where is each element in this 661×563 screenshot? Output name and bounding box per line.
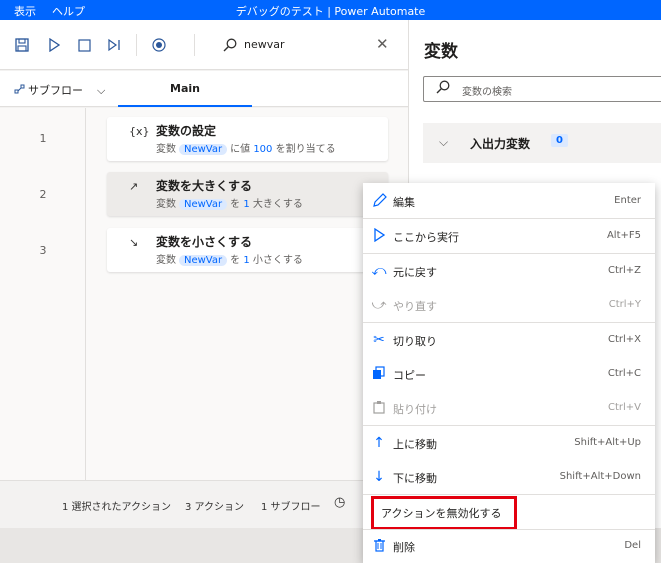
context-menu: 編集 Enter ここから実行 Alt+F5 ⤺ 元に戻す Ctrl+Z ⤻ や…	[363, 183, 655, 563]
action-title: 変数を大きくする	[156, 179, 253, 193]
subflow-label: サブフロー	[28, 84, 83, 97]
status-action-count: 3 アクション	[185, 502, 245, 513]
subflow-icon	[14, 84, 25, 94]
flow-canvas: 1 2 3 {x} 変数の設定 変数 NewVar に値 100 を割り当てる ↗ …	[0, 108, 408, 480]
io-variables-count-badge: 0	[551, 134, 568, 147]
action-search-input[interactable]: newvar	[244, 38, 285, 51]
close-icon[interactable]: ✕	[376, 35, 389, 53]
chevron-down-icon[interactable]: ⌵	[439, 135, 448, 150]
menu-item-undo[interactable]: ⤺ 元に戻す Ctrl+Z	[363, 254, 655, 288]
clock-icon: ◷	[334, 495, 346, 510]
line-number: 3	[39, 244, 47, 257]
status-selected-actions: 1 選択されたアクション	[62, 502, 172, 513]
line-number: 1	[39, 132, 47, 145]
subflow-tabbar: サブフロー ⌵ Main	[0, 71, 408, 107]
status-bar: 1 選択されたアクション 3 アクション 1 サブフロー ◷	[0, 480, 408, 528]
trend-up-icon: ↗	[129, 180, 139, 193]
io-variables-section[interactable]: ⌵ 入出力変数 0	[423, 123, 661, 163]
toolbar-separator	[194, 34, 195, 56]
status-subflow-count: 1 サブフロー	[261, 502, 321, 513]
action-description: 変数 NewVar を 1 大きくする	[156, 199, 303, 210]
step-run-icon[interactable]	[106, 37, 122, 53]
paste-icon	[371, 400, 387, 416]
redo-icon: ⤻	[371, 297, 387, 313]
window-title: デバッグのテスト | Power Automate	[235, 5, 426, 18]
highlight-box	[371, 496, 517, 530]
menu-item-copy[interactable]: コピー Ctrl+C	[363, 357, 655, 391]
toolbar: newvar ✕	[0, 20, 408, 70]
arrow-down-icon: ↓	[373, 469, 385, 485]
save-icon[interactable]	[14, 37, 30, 53]
menu-item-edit[interactable]: 編集 Enter	[363, 184, 655, 218]
variable-pill: NewVar	[179, 144, 228, 155]
search-icon	[436, 80, 450, 97]
action-card-set-variable[interactable]: {x} 変数の設定 変数 NewVar に値 100 を割り当てる	[107, 117, 388, 161]
action-title: 変数の設定	[156, 124, 217, 138]
variable-search-placeholder: 変数の検索	[462, 87, 512, 98]
record-icon[interactable]	[151, 37, 167, 53]
variable-pill: NewVar	[179, 199, 228, 210]
menu-item-move-up[interactable]: ↑ 上に移動 Shift+Alt+Up	[363, 426, 655, 460]
menu-item-redo[interactable]: ⤻ やり直す Ctrl+Y	[363, 288, 655, 322]
subflow-dropdown[interactable]: サブフロー ⌵	[14, 82, 105, 98]
trend-down-icon: ↘	[129, 236, 139, 249]
play-icon	[371, 227, 387, 244]
stop-icon[interactable]	[76, 37, 92, 53]
menu-item-run-from-here[interactable]: ここから実行 Alt+F5	[363, 219, 655, 253]
action-card-increase-variable[interactable]: ↗ 変数を大きくする 変数 NewVar を 1 大きくする	[107, 172, 388, 216]
menu-item-cut[interactable]: ✂ 切り取り Ctrl+X	[363, 323, 655, 357]
chevron-down-icon: ⌵	[97, 84, 106, 97]
menu-item-paste[interactable]: 貼り付け Ctrl+V	[363, 391, 655, 425]
action-title: 変数を小さくする	[156, 235, 253, 249]
line-number: 2	[39, 188, 47, 201]
tab-main[interactable]: Main	[118, 71, 252, 107]
menu-item-move-down[interactable]: ↓ 下に移動 Shift+Alt+Down	[363, 460, 655, 494]
copy-icon	[371, 366, 387, 382]
line-number-column: 1 2 3	[0, 108, 86, 480]
trash-icon	[371, 538, 387, 554]
menu-item-disable-action[interactable]: アクションを無効化する	[363, 495, 655, 530]
variable-pill: NewVar	[179, 255, 228, 266]
variable-search-field[interactable]: 変数の検索	[423, 76, 661, 102]
undo-icon: ⤺	[371, 263, 387, 279]
pencil-icon	[371, 193, 387, 209]
action-card-decrease-variable[interactable]: ↘ 変数を小さくする 変数 NewVar を 1 小さくする	[107, 228, 388, 272]
run-icon[interactable]	[46, 37, 62, 53]
menu-item-delete[interactable]: 削除 Del	[363, 529, 655, 563]
arrow-up-icon: ↑	[373, 435, 385, 451]
io-variables-label: 入出力変数	[470, 137, 531, 151]
search-icon	[222, 37, 238, 53]
variables-pane-title: 変数	[424, 42, 458, 62]
variable-icon: {x}	[129, 125, 150, 138]
title-bar: 表示 ヘルプ デバッグのテスト | Power Automate	[0, 0, 661, 20]
action-description: 変数 NewVar を 1 小さくする	[156, 255, 303, 266]
toolbar-separator	[136, 34, 137, 56]
scissors-icon: ✂	[373, 332, 385, 348]
action-description: 変数 NewVar に値 100 を割り当てる	[156, 144, 336, 155]
